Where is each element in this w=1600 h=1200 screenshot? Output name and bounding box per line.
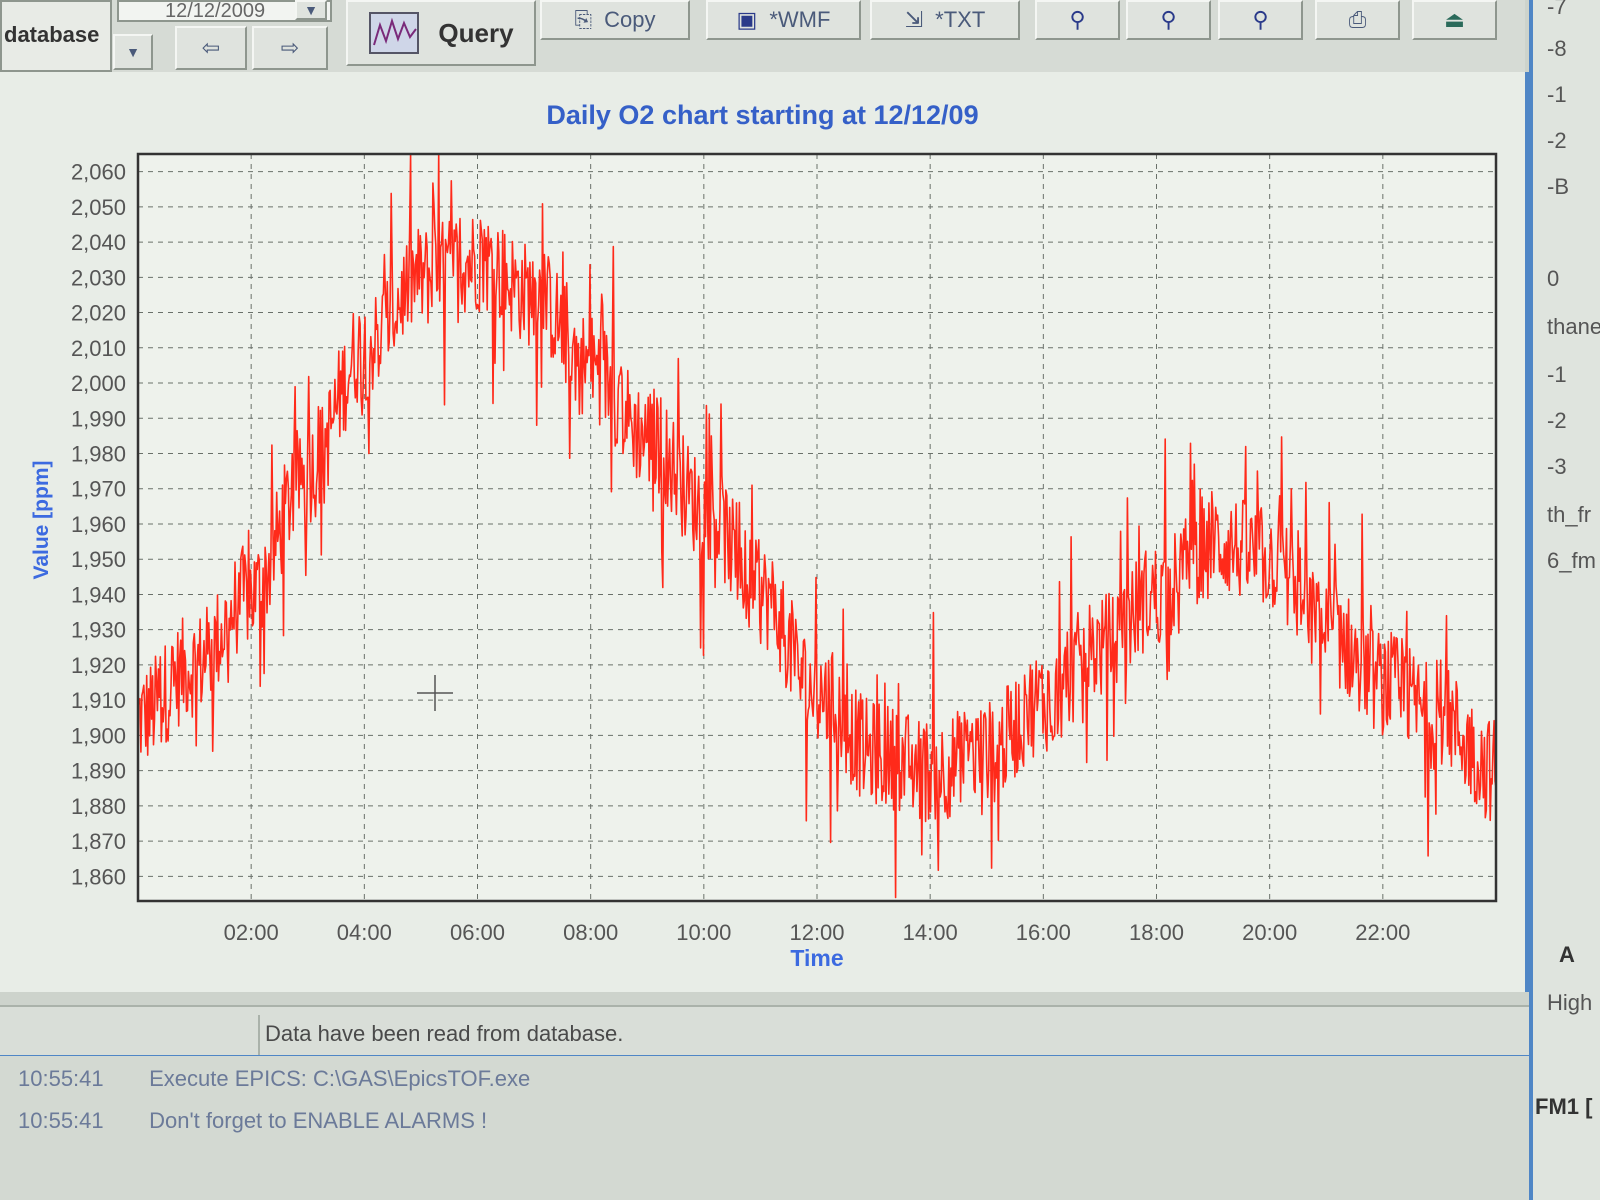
export-icon: ⇲ (904, 7, 924, 32)
status-message: Data have been read from database. (265, 1021, 624, 1046)
y-tick-label: 1,860 (71, 864, 126, 889)
y-tick-label: 1,990 (71, 406, 126, 431)
date-dropdown-button[interactable]: ▼ (295, 0, 327, 20)
y-tick-label: 2,020 (71, 301, 126, 326)
y-tick-label: 1,950 (71, 547, 126, 572)
magnifier-icon: ⚲ (1160, 7, 1177, 32)
x-tick-label: 22:00 (1355, 920, 1410, 945)
right-side-panel: -7 -8 -1 -2 -B 0 thane -1 -2 -3 th_fr 6_… (1529, 0, 1600, 1200)
magnifier-icon: ⚲ (1252, 7, 1269, 32)
copy-icon: ⎘ (574, 7, 593, 32)
database-dropdown-button[interactable]: ▼ (113, 34, 153, 70)
txt-label: *TXT (935, 7, 986, 32)
panel-item: A (1559, 942, 1575, 967)
o2-line-chart[interactable]: 2,060 2,050 2,040 2,030 2,020 2,010 2,000 1,990… (0, 72, 1525, 992)
x-tick-label: 12:00 (789, 920, 844, 945)
query-button[interactable]: Query (346, 0, 536, 66)
panel-item: High (1547, 990, 1593, 1015)
y-axis-label: Value [ppm] (30, 460, 53, 579)
y-tick-label: 1,960 (71, 512, 126, 537)
panel-item: th_fr (1547, 502, 1592, 527)
toolbar: database at 12/12/2009 ▼ ▼ ⇦ ⇨ Query ⎘ C… (0, 0, 1525, 74)
x-tick-label: 18:00 (1129, 920, 1184, 945)
exit-button[interactable]: ⏏ (1412, 0, 1497, 40)
y-tick-label: 1,880 (71, 794, 126, 819)
panel-item: 0 (1547, 266, 1560, 291)
panel-item: -B (1547, 174, 1569, 199)
panel-item: -2 (1547, 128, 1567, 153)
y-tick-label: 2,060 (71, 160, 126, 185)
zoom-in-button[interactable]: ⚲ (1035, 0, 1120, 40)
y-tick-label: 1,910 (71, 688, 126, 713)
copy-button[interactable]: ⎘ Copy (540, 0, 690, 40)
panel-item: -3 (1547, 454, 1567, 479)
log-message: Execute EPICS: C:\GAS\EpicsTOF.exe (149, 1066, 531, 1091)
panel-item: 6_fm (1547, 548, 1596, 573)
y-tick-label: 2,000 (71, 371, 126, 396)
log-time: 10:55:41 (18, 1108, 104, 1133)
y-tick-label: 1,920 (71, 653, 126, 678)
query-label: Query (438, 17, 514, 48)
printer-icon: ⎙ (1348, 7, 1367, 32)
x-tick-label: 20:00 (1242, 920, 1297, 945)
log-row: 10:55:41 Don't forget to ENABLE ALARMS ! (18, 1108, 487, 1134)
y-tick-label: 2,040 (71, 230, 126, 255)
y-tick-label: 2,050 (71, 195, 126, 220)
save-txt-button[interactable]: ⇲ *TXT (870, 0, 1020, 40)
chart-window: Daily O2 chart starting at 12/12/09 2,06… (0, 72, 1529, 992)
x-tick-label: 08:00 (563, 920, 618, 945)
status-separator (258, 1015, 260, 1055)
y-tick-label: 1,980 (71, 442, 126, 467)
panel-item: -2 (1547, 408, 1567, 433)
date-value: 12/12/2009 (165, 0, 266, 22)
zoom-out-button[interactable]: ⚲ (1126, 0, 1211, 40)
x-tick-label: 06:00 (450, 920, 505, 945)
log-row: 10:55:41 Execute EPICS: C:\GAS\EpicsTOF.… (18, 1066, 530, 1092)
chevron-down-icon: ▼ (304, 2, 318, 18)
zoom-reset-button[interactable]: ⚲ (1218, 0, 1303, 40)
status-bar: Data have been read from database. (0, 1005, 1535, 1059)
exit-icon: ⏏ (1444, 7, 1465, 32)
y-tick-label: 1,870 (71, 829, 126, 854)
y-tick-label: 2,010 (71, 336, 126, 361)
x-tick-label: 16:00 (1016, 920, 1071, 945)
database-label: database (0, 0, 112, 72)
chart-icon (369, 12, 420, 54)
previous-day-button[interactable]: ⇦ (175, 26, 247, 70)
panel-item: -1 (1547, 362, 1567, 387)
copy-label: Copy (604, 7, 656, 32)
panel-item: thane (1547, 314, 1600, 339)
message-log: 10:55:41 Execute EPICS: C:\GAS\EpicsTOF.… (0, 1056, 1530, 1200)
y-tick-label: 2,030 (71, 265, 126, 290)
y-tick-label: 1,970 (71, 477, 126, 502)
floppy-disk-icon: ▣ (736, 7, 758, 32)
y-tick-label: 1,930 (71, 618, 126, 643)
chevron-down-icon: ▼ (126, 44, 140, 60)
magnifier-icon: ⚲ (1069, 7, 1086, 32)
next-day-button[interactable]: ⇨ (252, 26, 328, 70)
wmf-label: *WMF (769, 7, 831, 32)
arrow-left-icon: ⇦ (201, 35, 221, 60)
panel-item: -7 (1547, 0, 1567, 19)
x-tick-label: 02:00 (224, 920, 279, 945)
x-tick-label: 04:00 (337, 920, 392, 945)
y-tick-label: 1,940 (71, 582, 126, 607)
y-tick-label: 1,900 (71, 723, 126, 748)
x-tick-label: 14:00 (903, 920, 958, 945)
log-time: 10:55:41 (18, 1066, 104, 1091)
x-axis-label: Time (790, 945, 843, 971)
arrow-right-icon: ⇨ (280, 35, 300, 60)
panel-item: FM1 [ (1535, 1094, 1593, 1119)
print-button[interactable]: ⎙ (1315, 0, 1400, 40)
save-wmf-button[interactable]: ▣ *WMF (706, 0, 861, 40)
y-tick-label: 1,890 (71, 759, 126, 784)
x-tick-label: 10:00 (676, 920, 731, 945)
log-message: Don't forget to ENABLE ALARMS ! (149, 1108, 488, 1133)
panel-item: -1 (1547, 82, 1567, 107)
panel-item: -8 (1547, 36, 1567, 61)
